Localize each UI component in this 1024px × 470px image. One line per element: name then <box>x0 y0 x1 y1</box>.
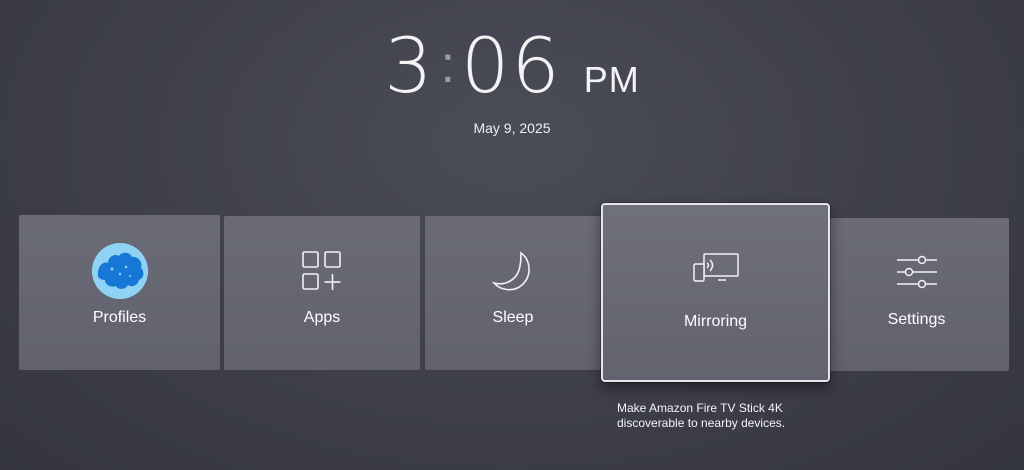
tile-settings[interactable]: Settings <box>824 218 1009 371</box>
time-ampm: PM <box>583 59 640 100</box>
screen-mirroring-icon <box>692 252 740 289</box>
tile-label-sleep: Sleep <box>492 309 534 326</box>
focused-tile-description: Make Amazon Fire TV Stick 4K discoverabl… <box>617 401 786 430</box>
clock: 3 : 06 PM <box>0 28 1024 105</box>
tile-label-profiles: Profiles <box>92 309 147 326</box>
apps-grid-icon <box>301 250 343 297</box>
tile-mirroring[interactable]: Mirroring <box>601 203 830 382</box>
tile-apps[interactable]: Apps <box>224 216 420 370</box>
profile-avatar-icon <box>91 243 148 299</box>
tile-sleep[interactable]: Sleep <box>425 216 601 370</box>
sliders-icon <box>895 255 939 294</box>
time-hour: 3 <box>384 21 435 110</box>
date-display: May 9, 2025 <box>473 120 551 136</box>
time-display: 3 : 06 PM <box>384 28 640 105</box>
moon-icon <box>491 250 535 299</box>
tile-label-apps: Apps <box>303 309 341 326</box>
tile-profiles[interactable]: Profiles <box>19 215 220 370</box>
time-colon: : <box>440 36 456 94</box>
tile-label-settings: Settings <box>887 311 946 328</box>
time-minute: 06 <box>461 21 562 110</box>
tile-label-mirroring: Mirroring <box>683 313 748 330</box>
